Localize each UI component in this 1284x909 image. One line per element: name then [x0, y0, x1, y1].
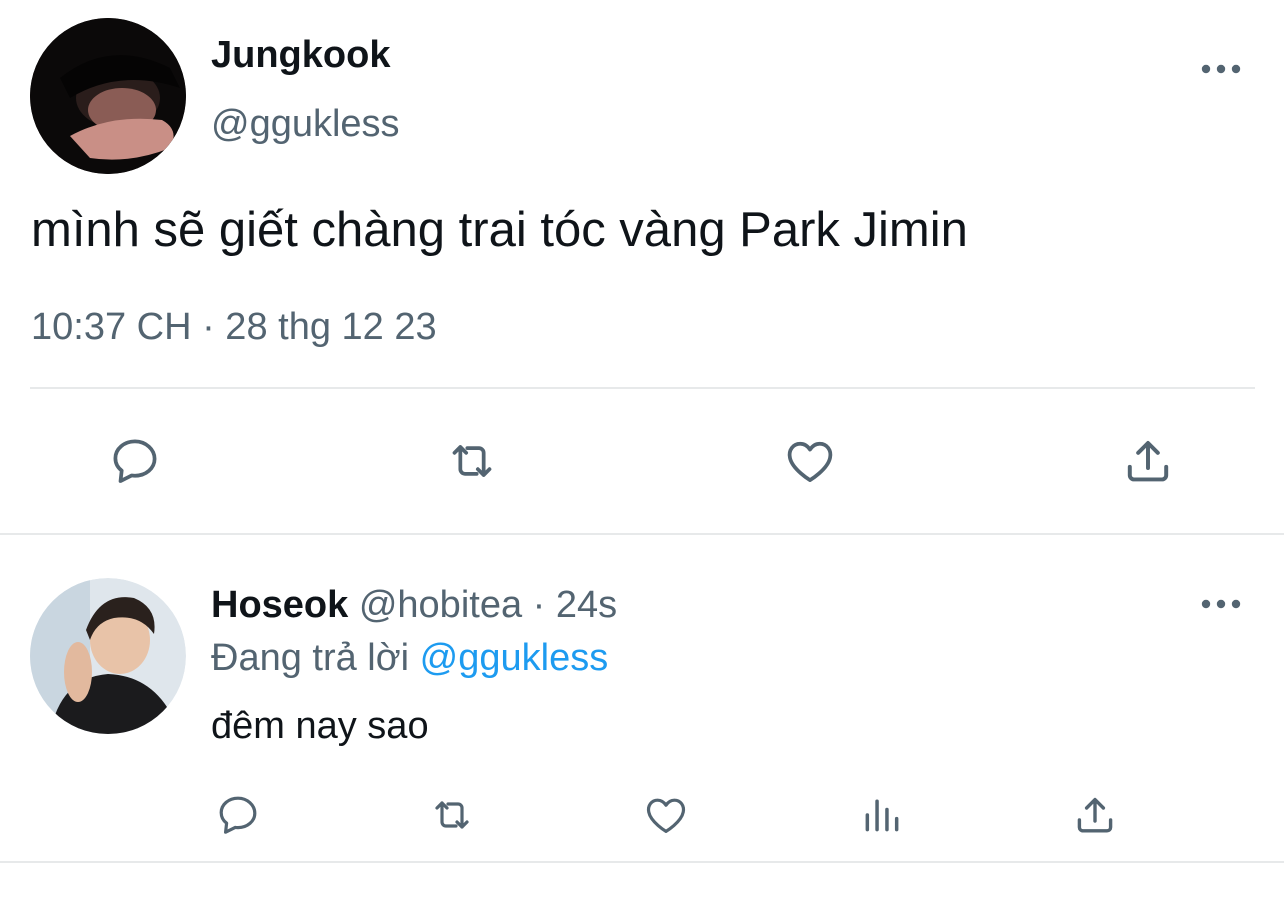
tweet-text: mình sẽ giết chàng trai tóc vàng Park Ji… [31, 203, 968, 257]
reply-author-handle[interactable]: @hobitea [359, 584, 522, 626]
more-dots-icon [1201, 599, 1241, 609]
reply-share-button[interactable] [1066, 788, 1124, 842]
bottom-divider [0, 861, 1284, 863]
author-handle[interactable]: @ggukless [211, 103, 400, 146]
reply-more-options-button[interactable] [1191, 589, 1251, 619]
reply-button[interactable] [99, 428, 171, 494]
divider [30, 387, 1255, 389]
reply-reply-button[interactable] [209, 788, 267, 842]
separator-dot: · [532, 584, 546, 626]
analytics-icon [865, 799, 899, 832]
reply-icon [219, 796, 257, 834]
replying-to-line: Đang trả lời @ggukless [211, 637, 608, 680]
retweet-icon [452, 445, 492, 477]
reply-time-ago[interactable]: 24s [556, 584, 617, 626]
reply-text: đêm nay sao [211, 705, 429, 747]
share-icon [1077, 797, 1113, 833]
reply-retweet-button[interactable] [422, 788, 482, 842]
author-name[interactable]: Jungkook [211, 34, 390, 77]
retweet-button[interactable] [436, 428, 508, 494]
reply-like-button[interactable] [637, 788, 695, 842]
reply-header: Hoseok @hobitea · 24s [211, 584, 617, 627]
replying-to-label: Đang trả lời [211, 637, 410, 679]
more-options-button[interactable] [1191, 54, 1251, 84]
more-dots-icon [1201, 64, 1241, 74]
like-button[interactable] [774, 428, 846, 494]
reply-icon [113, 439, 157, 483]
reply-analytics-button[interactable] [853, 788, 911, 842]
replying-to-handle[interactable]: @ggukless [420, 637, 609, 679]
like-icon [787, 441, 833, 482]
section-divider [0, 533, 1284, 535]
share-button[interactable] [1112, 428, 1184, 494]
author-avatar[interactable] [30, 18, 186, 174]
share-icon [1127, 441, 1169, 482]
reply-author-name[interactable]: Hoseok [211, 584, 348, 626]
retweet-icon [435, 801, 469, 829]
tweet-timestamp[interactable]: 10:37 CH · 28 thg 12 23 [31, 306, 437, 349]
reply-author-avatar[interactable] [30, 578, 186, 734]
like-icon [646, 798, 686, 833]
